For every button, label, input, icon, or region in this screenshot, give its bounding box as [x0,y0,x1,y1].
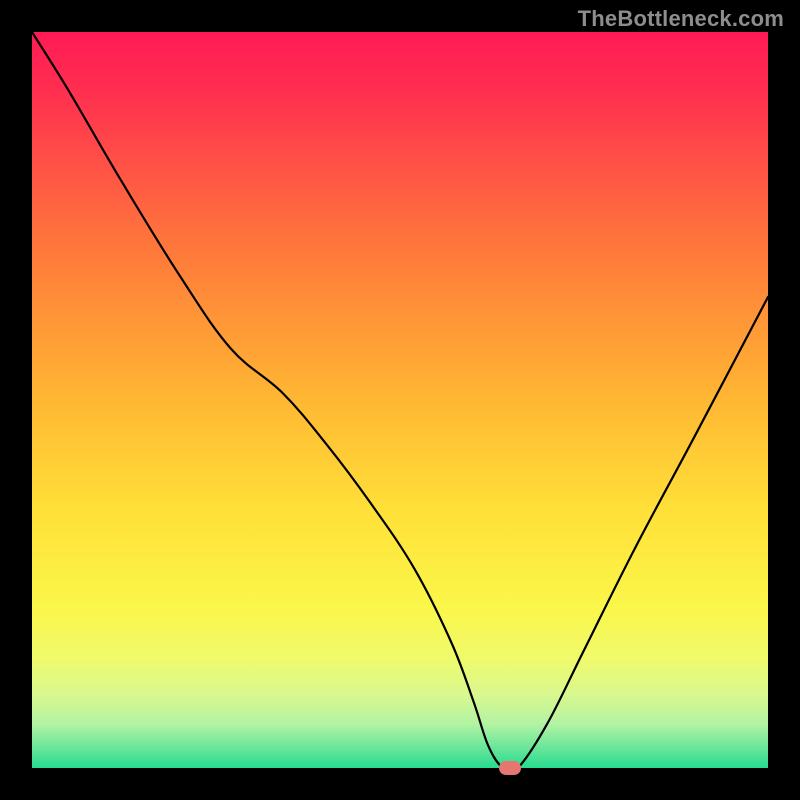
chart-svg [32,32,768,768]
optimum-marker [499,761,521,775]
chart-container: TheBottleneck.com [0,0,800,800]
watermark-text: TheBottleneck.com [578,6,784,32]
plot-area [32,32,768,768]
gradient-background [32,32,768,768]
